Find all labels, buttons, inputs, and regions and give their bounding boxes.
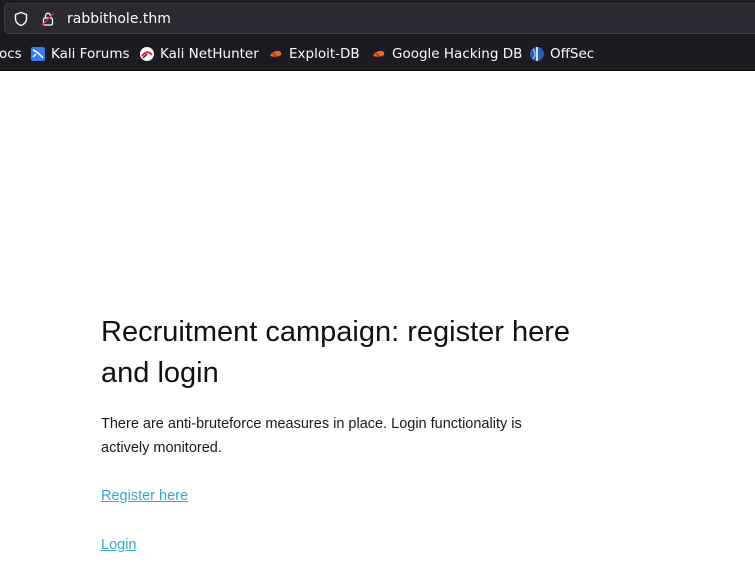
offsec-icon (530, 47, 544, 61)
bookmarks-bar: ocs Kali Forums Kali NetHunter Exploit-D… (0, 40, 755, 68)
page-title: Recruitment campaign: register here and … (101, 316, 571, 389)
bookmark-offsec[interactable]: OffSec (529, 44, 594, 64)
bookmark-exploit-db[interactable]: Exploit-DB (268, 44, 360, 64)
bookmark-kali-forums[interactable]: Kali Forums (30, 44, 130, 64)
bookmark-label: Kali Forums (51, 46, 130, 62)
bookmark-docs[interactable]: ocs (0, 44, 22, 64)
browser-toolbar: rabbithole.thm ocs Kali Forums Kali NetH… (0, 0, 755, 71)
page-description: There are anti-bruteforce measures in pl… (101, 416, 522, 456)
bookmark-label: Exploit-DB (289, 46, 360, 62)
bookmark-kali-nethunter[interactable]: Kali NetHunter (139, 44, 259, 64)
register-link[interactable]: Register here (101, 486, 188, 506)
url-text[interactable]: rabbithole.thm (67, 10, 171, 28)
bookmark-label: Google Hacking DB (392, 46, 523, 62)
bookmark-label: OffSec (550, 46, 595, 62)
insecure-lock-icon[interactable] (40, 11, 56, 27)
bookmark-google-hacking-db[interactable]: Google Hacking DB (371, 44, 522, 64)
bookmark-label: ocs (0, 46, 22, 62)
bookmark-label: Kali NetHunter (160, 46, 259, 62)
google-hacking-db-icon (373, 50, 385, 58)
shield-icon[interactable] (13, 11, 29, 27)
login-link[interactable]: Login (101, 535, 136, 555)
kali-forums-icon (31, 47, 45, 61)
page-content: Recruitment campaign: register here and … (101, 312, 581, 555)
kali-nethunter-icon (140, 47, 154, 61)
exploit-db-icon (270, 50, 282, 58)
address-bar[interactable]: rabbithole.thm (4, 3, 755, 34)
